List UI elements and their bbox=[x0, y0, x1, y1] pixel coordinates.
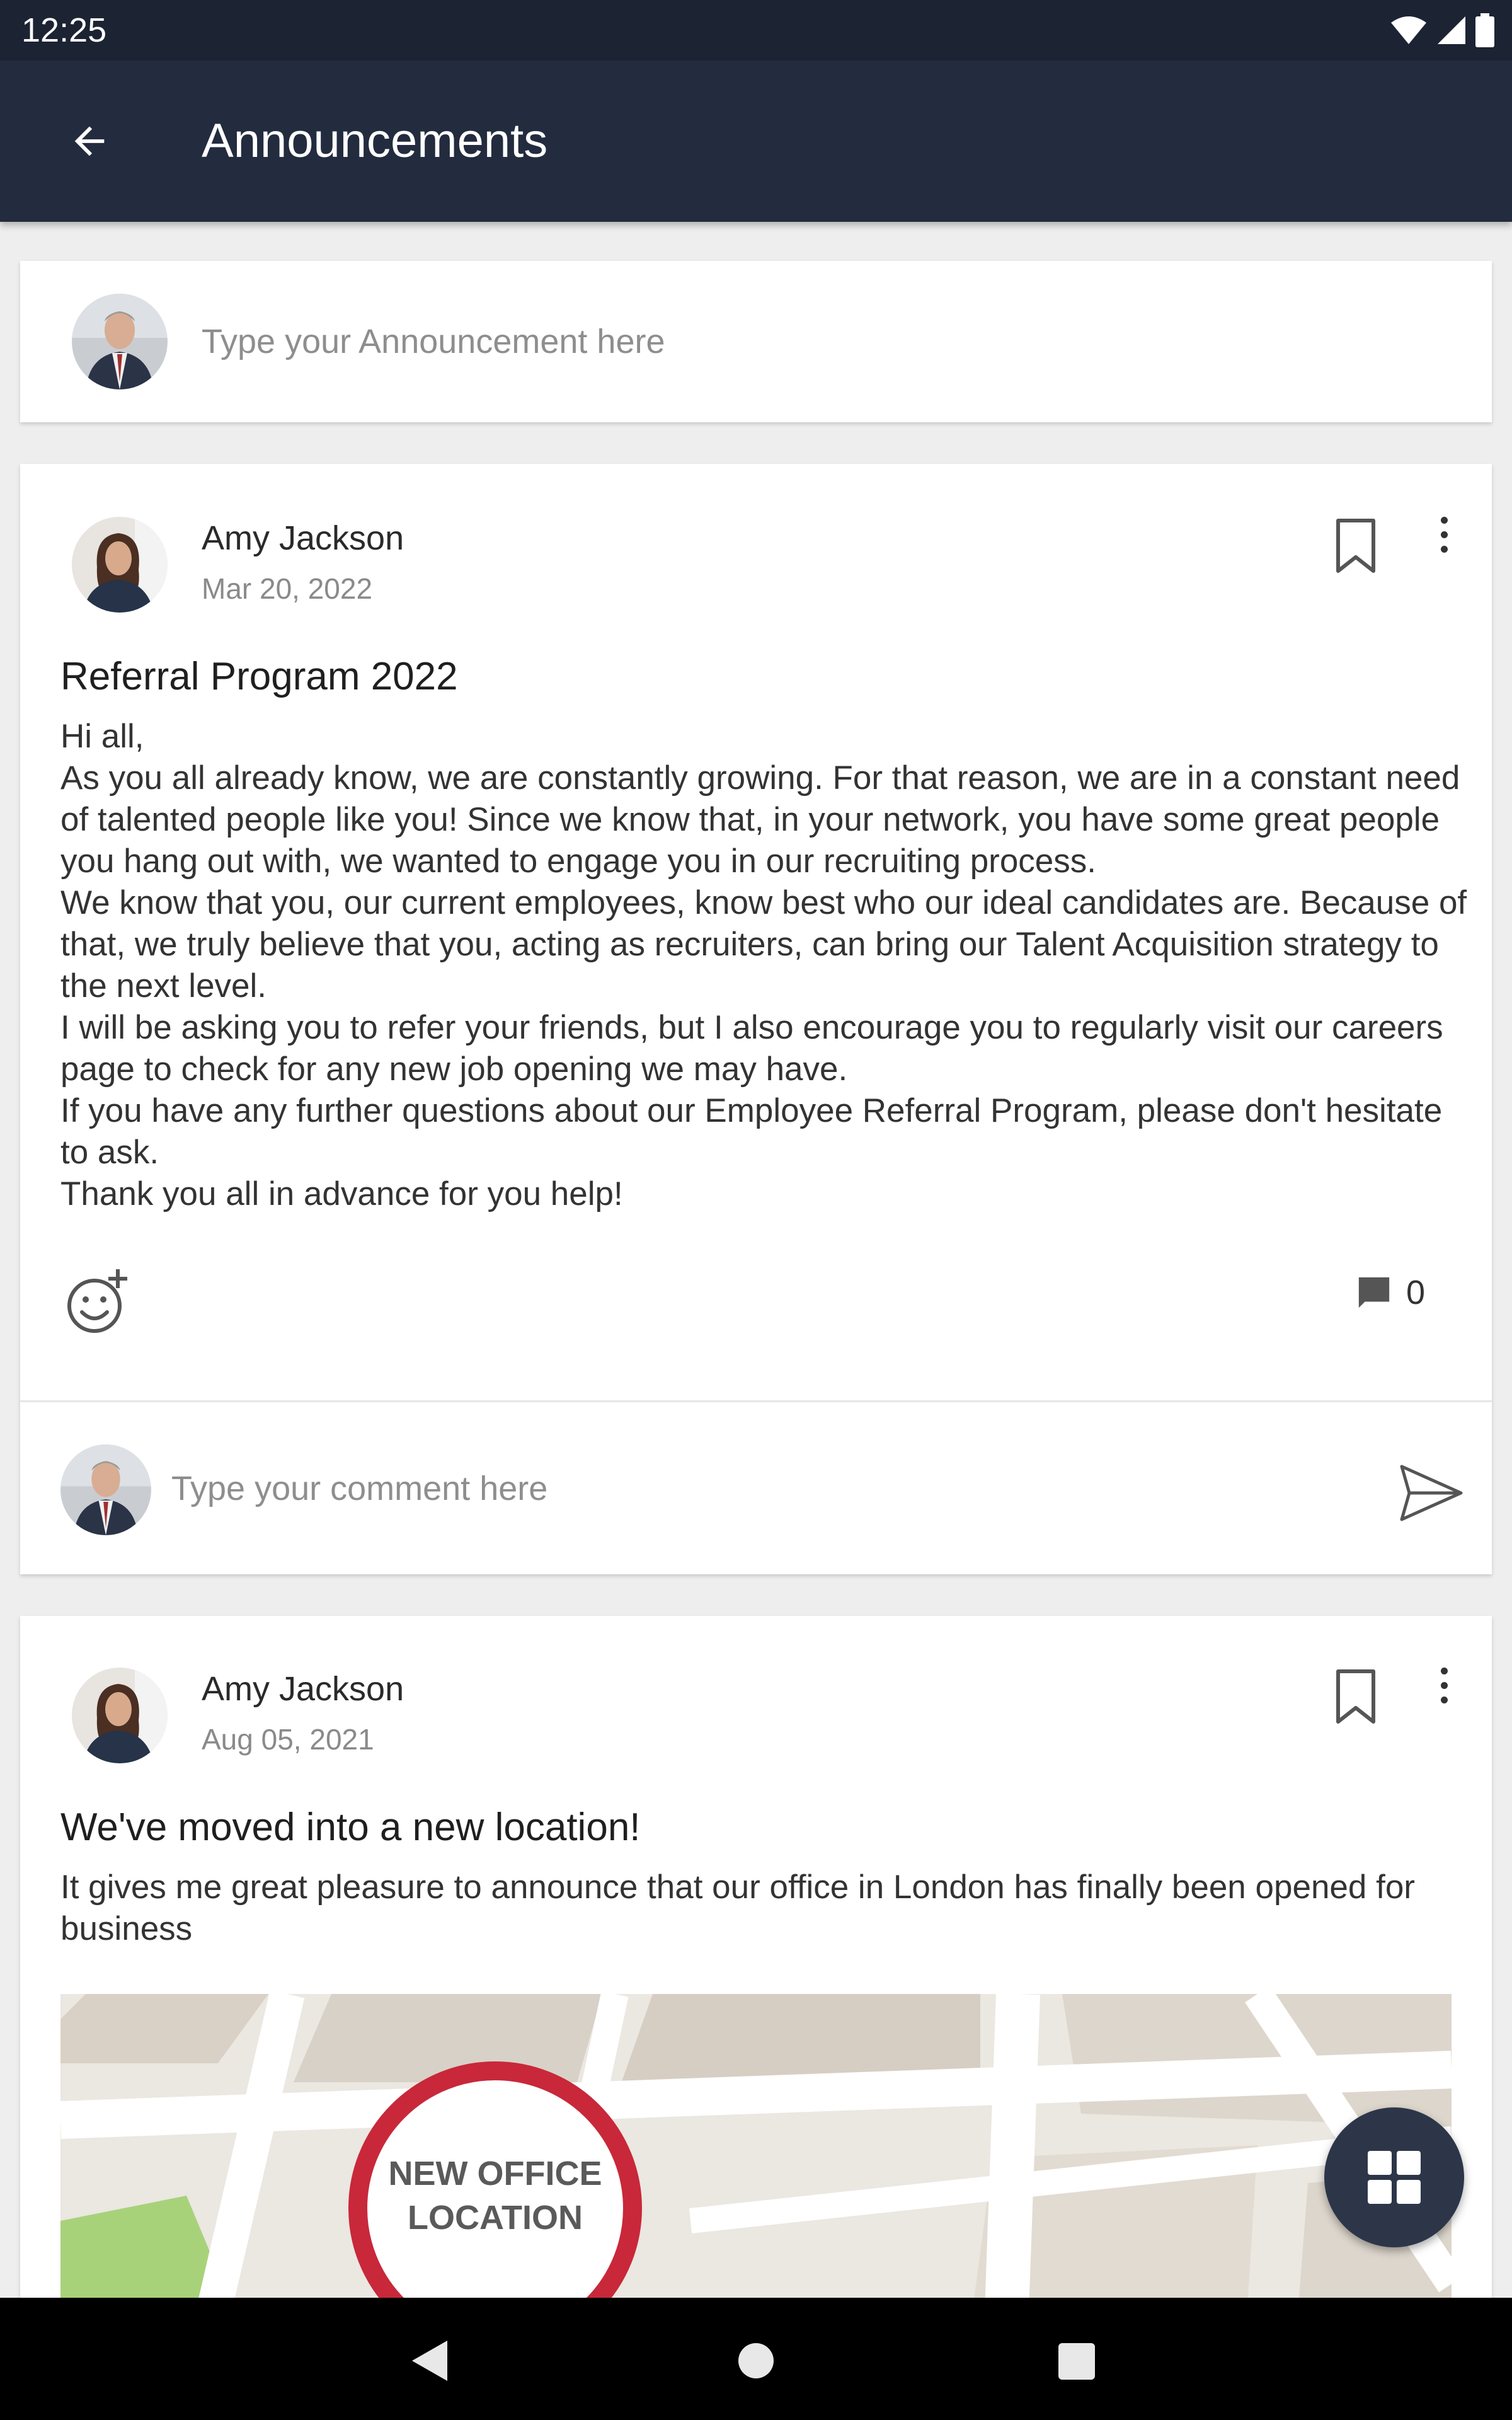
post-paragraph: If you have any further questions about … bbox=[60, 1092, 1443, 1171]
map-label-line: LOCATION bbox=[408, 2199, 583, 2237]
nav-recents-button[interactable] bbox=[1057, 2342, 1096, 2381]
announcements-screen: 12:25 Announcements Type your Announceme… bbox=[0, 0, 1512, 2420]
emoji-add-icon bbox=[67, 1269, 127, 1333]
apps-fab-button[interactable] bbox=[1324, 2107, 1464, 2247]
post-image[interactable]: NEW OFFICE LOCATION bbox=[60, 1994, 1452, 2341]
announcement-post: Amy Jackson Mar 20, 2022 Referral Progra… bbox=[20, 464, 1492, 1574]
author-avatar bbox=[72, 517, 168, 613]
post-paragraph: I will be asking you to refer your frien… bbox=[60, 1009, 1443, 1088]
back-button[interactable] bbox=[60, 112, 118, 170]
bookmark-outline-icon bbox=[1336, 519, 1375, 573]
status-icons bbox=[1390, 13, 1494, 48]
post-body: Hi all, As you all already know, we are … bbox=[60, 716, 1472, 1215]
more-vert-icon bbox=[1440, 1667, 1448, 1674]
comment-icon bbox=[1358, 1277, 1390, 1308]
post-paragraph: As you all already know, we are constant… bbox=[60, 759, 1460, 880]
comment-count-button[interactable]: 0 bbox=[1356, 1264, 1463, 1321]
announcement-composer: Type your Announcement here bbox=[20, 261, 1492, 422]
post-date: Mar 20, 2022 bbox=[202, 572, 373, 605]
status-bar: 12:25 bbox=[0, 0, 1512, 60]
post-menu-button[interactable] bbox=[1425, 504, 1463, 565]
app-bar: Announcements bbox=[0, 60, 1512, 222]
post-date: Aug 05, 2021 bbox=[202, 1723, 374, 1756]
nav-back-icon bbox=[412, 2341, 447, 2381]
author-name: Amy Jackson bbox=[202, 519, 404, 557]
page-title: Announcements bbox=[202, 114, 548, 168]
nav-home-icon bbox=[738, 2343, 774, 2378]
nav-back-button[interactable] bbox=[403, 2336, 454, 2386]
bookmark-button[interactable] bbox=[1331, 1668, 1381, 1728]
send-comment-button[interactable] bbox=[1394, 1455, 1469, 1530]
send-icon bbox=[1400, 1465, 1463, 1521]
divider bbox=[20, 1400, 1492, 1402]
comment-input[interactable]: Type your comment here bbox=[171, 1468, 547, 1509]
post-menu-button[interactable] bbox=[1425, 1655, 1463, 1715]
map-label: NEW OFFICE LOCATION bbox=[369, 2152, 621, 2240]
system-nav-bar bbox=[0, 2298, 1512, 2420]
post-paragraph: Hi all, bbox=[60, 718, 144, 755]
post-paragraph: It gives me great pleasure to announce t… bbox=[60, 1869, 1415, 1947]
nav-recents-icon bbox=[1058, 2343, 1095, 2380]
arrow-left-icon bbox=[74, 126, 105, 156]
comment-count: 0 bbox=[1406, 1274, 1426, 1311]
more-vert-icon bbox=[1440, 516, 1448, 524]
add-reaction-button[interactable] bbox=[60, 1264, 136, 1340]
bookmark-button[interactable] bbox=[1331, 517, 1381, 577]
post-paragraph: We know that you, our current employees,… bbox=[60, 884, 1467, 1005]
commenter-avatar bbox=[60, 1444, 151, 1535]
status-time: 12:25 bbox=[21, 11, 107, 49]
bookmark-outline-icon bbox=[1336, 1669, 1375, 1724]
post-paragraph: Thank you all in advance for you help! bbox=[60, 1175, 623, 1213]
post-body: It gives me great pleasure to announce t… bbox=[60, 1867, 1472, 1950]
map-label-line: NEW OFFICE bbox=[388, 2155, 602, 2192]
wifi-icon bbox=[1391, 16, 1426, 44]
nav-home-button[interactable] bbox=[736, 2341, 776, 2381]
post-title: We've moved into a new location! bbox=[60, 1806, 641, 1849]
battery-icon bbox=[1475, 13, 1494, 47]
post-title: Referral Program 2022 bbox=[60, 655, 458, 698]
grid-apps-icon bbox=[1368, 2151, 1421, 2204]
author-name: Amy Jackson bbox=[202, 1670, 404, 1708]
author-avatar bbox=[72, 1668, 168, 1763]
announcement-input[interactable]: Type your Announcement here bbox=[202, 321, 665, 362]
announcement-post: Amy Jackson Aug 05, 2021 We've moved int… bbox=[20, 1616, 1492, 2341]
current-user-avatar bbox=[72, 294, 168, 389]
map-image bbox=[60, 1994, 1452, 2341]
signal-icon bbox=[1438, 16, 1465, 44]
